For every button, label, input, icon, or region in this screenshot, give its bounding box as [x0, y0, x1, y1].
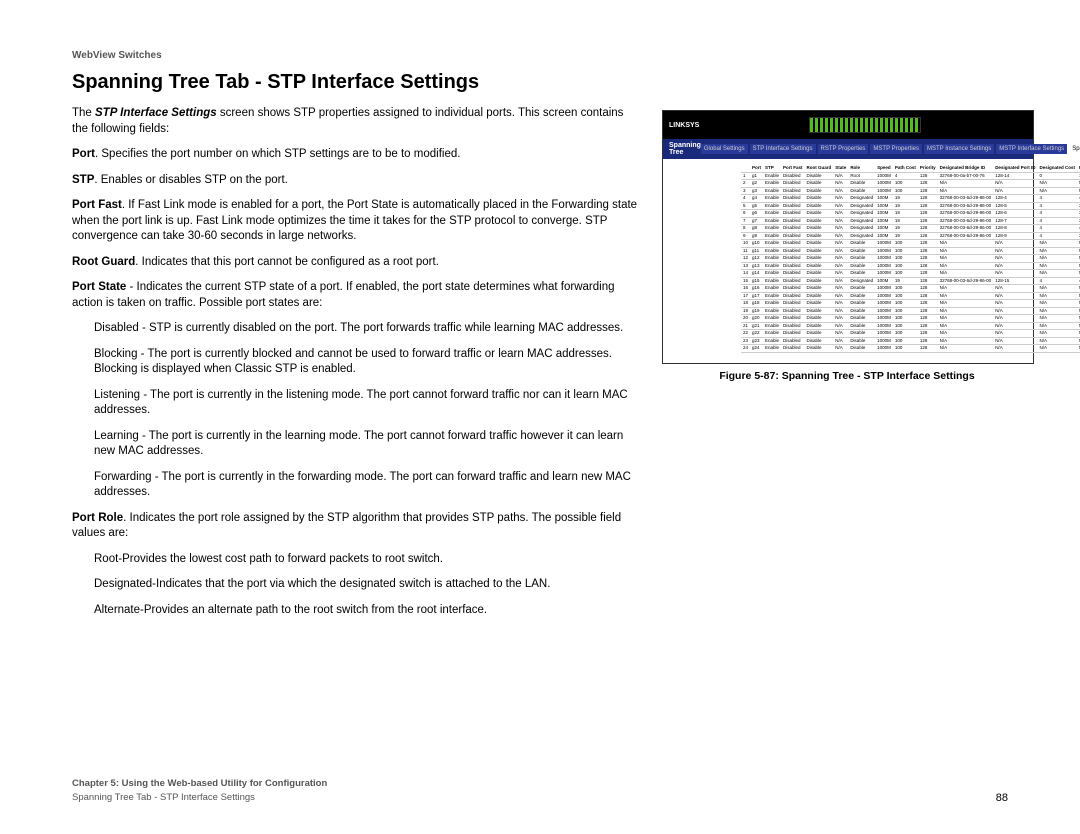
- table-row: 6g6EnableDisabledDisableN/ADesignated100…: [741, 210, 1080, 218]
- role-designated: Designated-Indicates that the port via w…: [94, 577, 642, 593]
- field-port-desc: . Specifies the port number on which STP…: [95, 148, 460, 160]
- table-row: 22g22EnableDisabledDisableN/ADisable1000…: [741, 330, 1080, 338]
- field-fast-desc: . If Fast Link mode is enabled for a por…: [72, 199, 637, 242]
- footer-line2: Spanning Tree Tab - STP Interface Settin…: [72, 791, 327, 804]
- role-root: Root-Provides the lowest cost path to fo…: [94, 552, 642, 568]
- table-row: 8g8EnableDisabledDisableN/ADesignated100…: [741, 225, 1080, 233]
- tab-item[interactable]: MSTP Properties: [870, 144, 922, 154]
- brand-logo: LINKSYS: [669, 122, 699, 129]
- page-footer: Chapter 5: Using the Web-based Utility f…: [72, 777, 1008, 804]
- table-row: 14g14EnableDisabledDisableN/ADisable1000…: [741, 270, 1080, 278]
- table-row: 1g1EnableDisabledDisableN/ARoot1000M4128…: [741, 172, 1080, 180]
- column-header: Priority: [918, 165, 938, 172]
- field-stp-name: STP: [72, 174, 94, 186]
- column-header: Designated Cost: [1037, 165, 1077, 172]
- tab-item[interactable]: MSTP Instance Settings: [924, 144, 994, 154]
- state-forwarding: Forwarding - The port is currently in th…: [94, 470, 642, 501]
- field-root-name: Root Guard: [72, 256, 135, 268]
- table-row: 12g12EnableDisabledDisableN/ADisable1000…: [741, 255, 1080, 263]
- table-row: 19g19EnableDisabledDisableN/ADisable1000…: [741, 307, 1080, 315]
- column-header: [741, 165, 750, 172]
- table-row: 2g2EnableDisabledDisableN/ADisable1000M1…: [741, 180, 1080, 188]
- state-disabled: Disabled - STP is currently disabled on …: [94, 321, 642, 337]
- table-row: 15g15EnableDisabledDisableN/ADesignated1…: [741, 277, 1080, 285]
- table-row: 3g3EnableDisabledDisableN/ADisable1000M1…: [741, 187, 1080, 195]
- table-row: 5g5EnableDisabledDisableN/ADesignated100…: [741, 202, 1080, 210]
- sidebar-title: Spanning Tree: [663, 142, 701, 156]
- column-header: Path Cost: [893, 165, 918, 172]
- tab-item[interactable]: Global Settings: [701, 144, 748, 154]
- column-header: Designated Bridge ID: [938, 165, 994, 172]
- column-header: State: [833, 165, 848, 172]
- main-text: The STP Interface Settings screen shows …: [72, 106, 642, 628]
- footer-line1: Chapter 5: Using the Web-based Utility f…: [72, 777, 327, 790]
- column-header: Port Fast: [781, 165, 805, 172]
- table-row: 18g18EnableDisabledDisableN/ADisable1000…: [741, 300, 1080, 308]
- field-root-desc: . Indicates that this port cannot be con…: [135, 256, 439, 268]
- field-port-name: Port: [72, 148, 95, 160]
- table-row: 24g24EnableDisabledDisableN/ADisable1000…: [741, 345, 1080, 353]
- column-header: Role: [848, 165, 875, 172]
- state-learning: Learning - The port is currently in the …: [94, 429, 642, 460]
- field-state-name: Port State: [72, 281, 126, 293]
- tab-active[interactable]: Spanning Tree: [1069, 144, 1080, 154]
- product-line: WebView Switches: [72, 50, 1008, 61]
- table-row: 11g11EnableDisabledDisableN/ADisable1000…: [741, 247, 1080, 255]
- column-header: Speed: [875, 165, 893, 172]
- column-header: STP: [763, 165, 781, 172]
- table-row: 10g10EnableDisabledDisableN/ADisable1000…: [741, 240, 1080, 248]
- stp-table: PortSTPPort FastRoot GuardStateRoleSpeed…: [741, 165, 1080, 353]
- column-header: Designated Port ID: [993, 165, 1037, 172]
- page-number: 88: [996, 792, 1008, 804]
- column-header: Root Guard: [805, 165, 834, 172]
- table-row: 17g17EnableDisabledDisableN/ADisable1000…: [741, 292, 1080, 300]
- state-listening: Listening - The port is currently in the…: [94, 388, 642, 419]
- figure-screenshot: LINKSYS Spanning Tree Global SettingsSTP…: [662, 110, 1032, 382]
- table-row: 23g23EnableDisabledDisableN/ADisable1000…: [741, 337, 1080, 345]
- table-row: 9g9EnableDisabledDisableN/ADesignated100…: [741, 232, 1080, 240]
- intro-prefix: The: [72, 107, 95, 119]
- table-row: 21g21EnableDisabledDisableN/ADisable1000…: [741, 322, 1080, 330]
- table-row: 7g7EnableDisabledDisableN/ADesignated100…: [741, 217, 1080, 225]
- tab-item[interactable]: STP Interface Settings: [750, 144, 816, 154]
- column-header: Port: [750, 165, 763, 172]
- tab-item[interactable]: MSTP Interface Settings: [996, 144, 1067, 154]
- field-fast-name: Port Fast: [72, 199, 122, 211]
- table-row: 20g20EnableDisabledDisableN/ADisable1000…: [741, 315, 1080, 323]
- figure-caption: Figure 5-87: Spanning Tree - STP Interfa…: [662, 370, 1032, 382]
- switch-port-leds: [809, 117, 921, 133]
- tab-item[interactable]: RSTP Properties: [818, 144, 869, 154]
- table-row: 13g13EnableDisabledDisableN/ADisable1000…: [741, 262, 1080, 270]
- field-state-desc: - Indicates the current STP state of a p…: [72, 281, 615, 309]
- table-row: 4g4EnableDisabledDisableN/ADesignated100…: [741, 195, 1080, 203]
- role-alternate: Alternate-Provides an alternate path to …: [94, 603, 642, 619]
- field-role-desc: . Indicates the port role assigned by th…: [72, 512, 621, 540]
- state-blocking: Blocking - The port is currently blocked…: [94, 347, 642, 378]
- page-title: Spanning Tree Tab - STP Interface Settin…: [72, 71, 1008, 94]
- field-stp-desc: . Enables or disables STP on the port.: [94, 174, 287, 186]
- field-role-name: Port Role: [72, 512, 123, 524]
- intro-em: STP Interface Settings: [95, 107, 217, 119]
- table-row: 16g16EnableDisabledDisableN/ADisable1000…: [741, 285, 1080, 293]
